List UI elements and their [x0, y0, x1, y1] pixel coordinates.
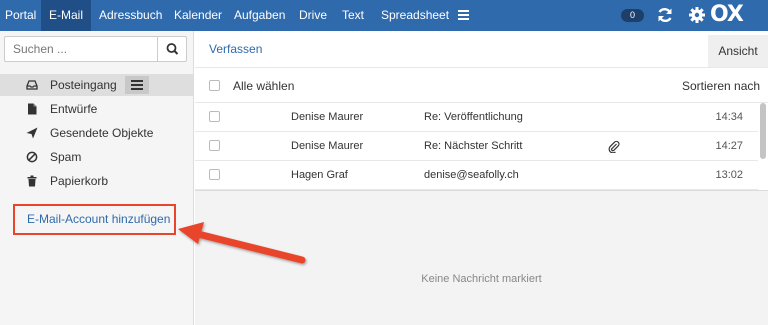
folder-drafts[interactable]: Entwürfe: [0, 98, 193, 120]
nav-text[interactable]: Text: [342, 0, 364, 31]
menu-icon: [131, 80, 143, 92]
folder-spam[interactable]: Spam: [0, 146, 193, 168]
message-subject: Re: Nächster Schritt: [424, 140, 523, 152]
message-row[interactable]: Denise Maurer Re: Nächster Schritt 14:27: [195, 132, 758, 161]
folder-options-button[interactable]: [125, 76, 149, 94]
annotation-arrow-icon: [178, 222, 306, 264]
nav-tasks[interactable]: Aufgaben: [234, 0, 285, 31]
mail-toolbar: Verfassen Ansicht: [195, 31, 768, 67]
view-options-button[interactable]: Ansicht: [708, 35, 768, 67]
list-header: Alle wählen Sortieren nach: [195, 67, 768, 103]
select-all-label[interactable]: Alle wählen: [233, 68, 294, 104]
message-row[interactable]: Hagen Graf denise@seafolly.ch 13:02: [195, 161, 758, 190]
message-time: 14:34: [715, 111, 743, 123]
nav-calendar[interactable]: Kalender: [174, 0, 222, 31]
nav-drive[interactable]: Drive: [299, 0, 327, 31]
paperclip-icon: [608, 140, 620, 153]
message-sender: Hagen Graf: [291, 169, 348, 181]
no-message-selected-text: Keine Nachricht markiert: [421, 273, 542, 285]
folder-inbox[interactable]: Posteingang: [0, 74, 193, 96]
message-row[interactable]: Denise Maurer Re: Veröffentlichung 14:34: [195, 103, 758, 132]
select-all-checkbox[interactable]: [209, 80, 220, 91]
search-icon: [166, 43, 179, 55]
notification-badge[interactable]: 0: [621, 9, 644, 22]
blocked-icon: [26, 151, 38, 163]
search-box: [4, 36, 187, 62]
top-navigation-bar: Portal E-Mail Adressbuch Kalender Aufgab…: [0, 0, 768, 31]
message-checkbox[interactable]: [209, 169, 220, 180]
trash-icon: [27, 175, 37, 187]
nav-spreadsheet[interactable]: Spreadsheet: [381, 0, 449, 31]
folder-trash[interactable]: Papierkorb: [0, 170, 193, 192]
folder-sent[interactable]: Gesendete Objekte: [0, 122, 193, 144]
folder-label: Posteingang: [50, 78, 117, 92]
nav-portal[interactable]: Portal: [0, 0, 41, 31]
document-icon: [28, 103, 37, 115]
add-mail-account-link[interactable]: E-Mail-Account hinzufügen: [27, 206, 170, 233]
compose-button[interactable]: Verfassen: [209, 31, 262, 67]
ox-logo: OX: [710, 2, 744, 27]
message-time: 14:27: [715, 140, 743, 152]
message-checkbox[interactable]: [209, 111, 220, 122]
message-time: 13:02: [715, 169, 743, 181]
search-input[interactable]: [5, 37, 157, 61]
nav-address-book[interactable]: Adressbuch: [99, 0, 162, 31]
nav-email[interactable]: E-Mail: [41, 0, 92, 31]
message-checkbox[interactable]: [209, 140, 220, 151]
gear-icon[interactable]: [688, 6, 706, 24]
folder-sidebar: Posteingang Entwürfe Gesendete Objekte S…: [0, 31, 194, 325]
send-icon: [26, 127, 38, 139]
list-scrollbar[interactable]: [760, 103, 766, 159]
message-sender: Denise Maurer: [291, 140, 364, 152]
search-button[interactable]: [157, 37, 186, 61]
folder-label: Gesendete Objekte: [50, 126, 154, 140]
sort-dropdown[interactable]: Sortieren nach: [682, 68, 760, 104]
add-mail-account-highlight: E-Mail-Account hinzufügen: [13, 204, 176, 235]
inbox-icon: [26, 80, 38, 90]
folder-label: Papierkorb: [50, 174, 109, 188]
message-sender: Denise Maurer: [291, 111, 364, 123]
folder-label: Spam: [50, 150, 82, 164]
folder-label: Entwürfe: [50, 102, 98, 116]
more-apps-menu-icon[interactable]: [458, 10, 469, 20]
message-subject: Re: Veröffentlichung: [424, 111, 523, 123]
message-subject: denise@seafolly.ch: [424, 169, 519, 181]
refresh-icon[interactable]: [656, 6, 674, 24]
